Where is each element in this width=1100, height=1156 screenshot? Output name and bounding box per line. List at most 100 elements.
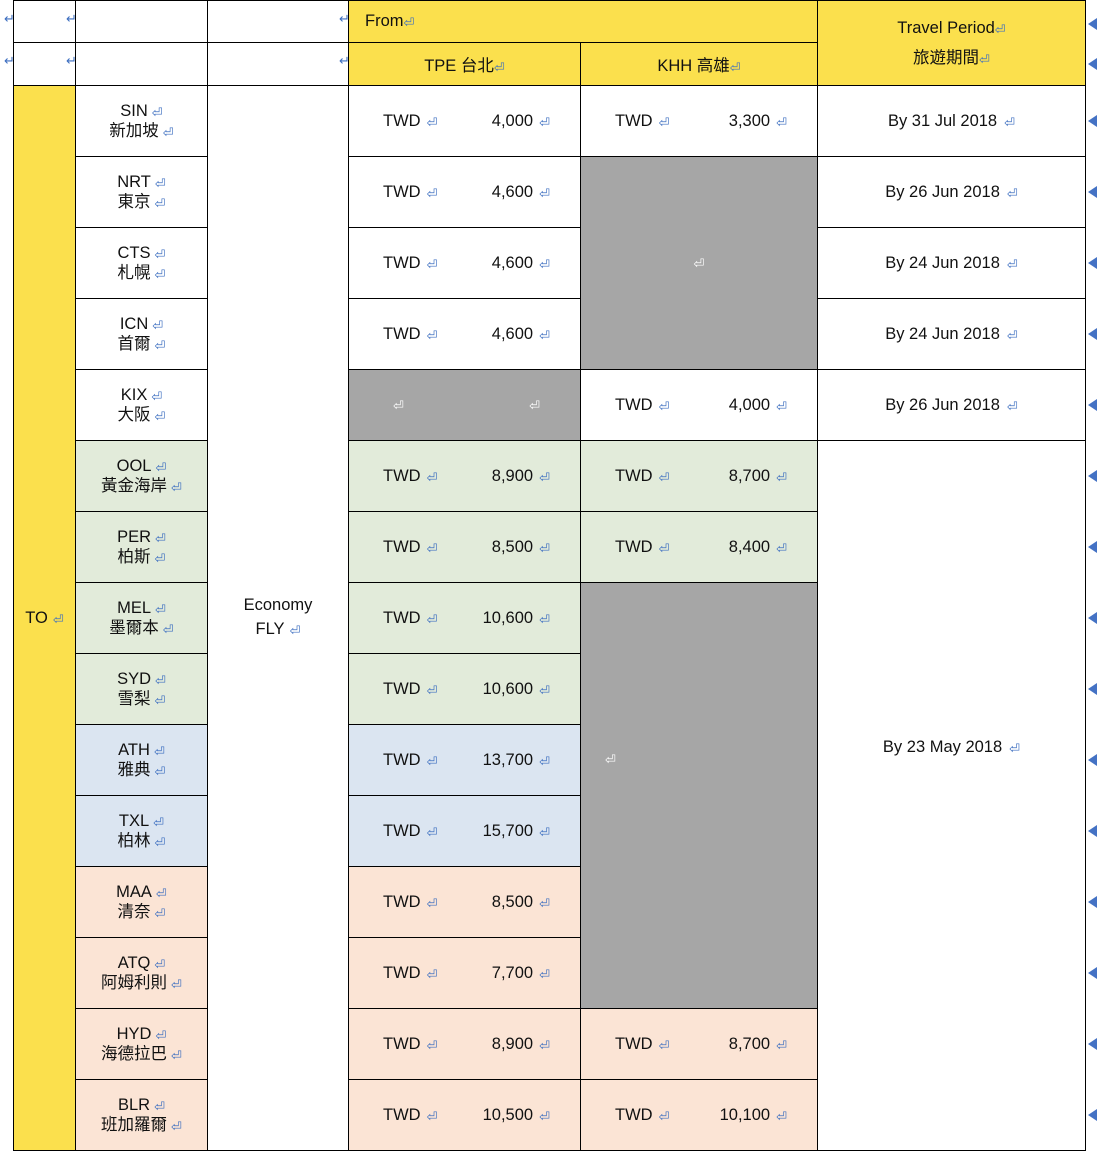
fare-cell[interactable]: TWD ⏎ 4,000 ⏎ [580, 369, 818, 441]
paragraph-mark-icon: ⏎ [403, 16, 415, 31]
fare-currency: TWD ⏎ [383, 892, 438, 912]
fare-currency: TWD ⏎ [383, 537, 438, 557]
fare-cell[interactable]: TWD ⏎ 4,600 ⏎ [348, 298, 581, 370]
destination-cell[interactable]: OOL ⏎ 黃金海岸 ⏎ [75, 440, 208, 512]
paragraph-mark-icon: ⏎ [154, 552, 166, 567]
destination-cell[interactable]: MEL ⏎ 墨爾本 ⏎ [75, 582, 208, 654]
fare-cell[interactable]: TWD ⏎ 15,700 ⏎ [348, 795, 581, 867]
destination-cell[interactable]: ATQ ⏎ 阿姆利則 ⏎ [75, 937, 208, 1009]
fare-cell[interactable]: TWD ⏎ 10,500 ⏎ [348, 1079, 581, 1151]
fare-table-body: From⏎ Travel Period⏎ 旅遊期間⏎ TPE 台北⏎ KHH 高雄⏎ TO… [13, 0, 1086, 1151]
fare-cell[interactable]: TWD ⏎ 7,700 ⏎ [348, 937, 581, 1009]
fare-amount: 4,600 ⏎ [491, 253, 550, 273]
fare-cell[interactable]: TWD ⏎ 4,600 ⏎ [348, 156, 581, 228]
destination-cell[interactable]: SYD ⏎ 雪梨 ⏎ [75, 653, 208, 725]
fare-cell[interactable]: TWD ⏎ 8,400 ⏎ [580, 511, 818, 583]
travel-period-value: By 23 May 2018 [882, 738, 1003, 756]
fare-cell[interactable]: TWD ⏎ 10,600 ⏎ [348, 582, 581, 654]
paragraph-mark-icon: ⏎ [776, 399, 787, 415]
paragraph-mark-icon: ⏎ [155, 531, 166, 547]
paragraph-mark-icon: ⏎ [151, 389, 163, 405]
paragraph-mark-icon: ⏎ [426, 967, 438, 983]
row-end-marker-icon [1088, 398, 1097, 411]
paragraph-mark-icon: ⏎ [426, 896, 438, 912]
fare-cell[interactable]: TWD ⏎ 4,000 ⏎ [348, 85, 581, 157]
paragraph-mark-icon: ⏎ [426, 257, 438, 273]
destination-cell[interactable]: HYD ⏎ 海德拉巴 ⏎ [75, 1008, 208, 1080]
destination-code: SYD ⏎ [117, 669, 166, 689]
paragraph-mark-icon: ⏎ [153, 744, 165, 760]
destination-name: 阿姆利則 ⏎ [101, 974, 182, 993]
paragraph-mark-icon: ⏎ [539, 683, 550, 699]
fare-cell[interactable]: TWD ⏎ 10,600 ⏎ [348, 653, 581, 725]
paragraph-mark-icon: ⏎ [154, 268, 166, 283]
destination-cell[interactable]: TXL ⏎ 柏林 ⏎ [75, 795, 208, 867]
cabin-class-cell: Economy FLY ⏎ [207, 85, 349, 1151]
paragraph-mark-icon: ⏎ [658, 1038, 670, 1054]
fare-amount: 8,500 ⏎ [491, 892, 550, 912]
paragraph-mark-icon: ⏎ [426, 612, 438, 628]
paragraph-mark-icon: ⏎ [154, 694, 166, 709]
destination-name: 墨爾本 ⏎ [109, 619, 174, 638]
fare-currency: TWD ⏎ [383, 111, 438, 131]
fare-cell-unavailable [580, 582, 818, 654]
paragraph-mark-icon: ⏎ [162, 126, 174, 141]
destination-code: ATQ ⏎ [117, 953, 166, 973]
table-row: KIX ⏎ 大阪 ⏎ ⏎ ⏎ TWD ⏎ 4,000 ⏎ By 26 Jun 2018 ⏎ [14, 369, 1086, 441]
fare-amount: 4,600 ⏎ [491, 324, 550, 344]
paragraph-mark-icon: ⏎ [426, 1109, 438, 1125]
row-end-marker-icon [1088, 611, 1097, 624]
fare-cell-unavailable [580, 653, 818, 725]
fare-cell[interactable]: TWD ⏎ 10,100 ⏎ [580, 1079, 818, 1151]
paragraph-mark-icon: ⏎ [426, 754, 438, 770]
fare-cell[interactable]: TWD ⏎ 8,500 ⏎ [348, 511, 581, 583]
fare-cell-unavailable [580, 795, 818, 867]
fare-amount: 15,700 ⏎ [482, 821, 550, 841]
origin-header-khh: KHH 高雄⏎ [580, 42, 818, 86]
row-end-marker-icon [1088, 58, 1097, 70]
destination-cell[interactable]: MAA ⏎ 清奈 ⏎ [75, 866, 208, 938]
paragraph-mark-icon: ⏎ [426, 328, 438, 344]
destination-code: NRT ⏎ [117, 172, 166, 192]
destination-cell[interactable]: BLR ⏎ 班加羅爾 ⏎ [75, 1079, 208, 1151]
paragraph-mark-icon: ⏎ [426, 470, 438, 486]
destination-name: 柏斯 ⏎ [117, 548, 166, 567]
destination-name: 柏林 ⏎ [117, 832, 166, 851]
destination-cell[interactable]: NRT ⏎ 東京 ⏎ [75, 156, 208, 228]
destination-code: MAA ⏎ [116, 882, 167, 902]
fare-currency: TWD ⏎ [615, 1105, 670, 1125]
destination-code: ATH ⏎ [118, 740, 165, 760]
fare-cell[interactable]: TWD ⏎ 3,300 ⏎ [580, 85, 818, 157]
fare-cell[interactable]: TWD ⏎ 8,900 ⏎ [348, 440, 581, 512]
paragraph-mark-icon: ⏎ [776, 1109, 787, 1125]
destination-name: 班加羅爾 ⏎ [101, 1116, 182, 1135]
destination-cell[interactable]: KIX ⏎ 大阪 ⏎ [75, 369, 208, 441]
destination-cell[interactable]: PER ⏎ 柏斯 ⏎ [75, 511, 208, 583]
fare-cell[interactable]: TWD ⏎ 13,700 ⏎ [348, 724, 581, 796]
fare-cell[interactable]: TWD ⏎ 8,700 ⏎ [580, 440, 818, 512]
destination-cell[interactable]: ICN ⏎ 首爾 ⏎ [75, 298, 208, 370]
fare-cell[interactable]: TWD ⏎ 8,700 ⏎ [580, 1008, 818, 1080]
travel-period-value: By 31 Jul 2018 [887, 111, 998, 130]
paragraph-mark-icon: ⏎ [605, 752, 616, 768]
paragraph-mark-icon: ⏎ [776, 541, 787, 557]
paragraph-mark-icon: ⏎ [289, 624, 301, 639]
fare-amount: 10,600 ⏎ [482, 679, 550, 699]
destination-cell[interactable]: ATH ⏎ 雅典 ⏎ [75, 724, 208, 796]
fare-cell[interactable]: TWD ⏎ 8,900 ⏎ [348, 1008, 581, 1080]
paragraph-mark-icon: ⏎ [539, 1109, 550, 1125]
paragraph-mark-icon: ⏎ [426, 115, 438, 131]
fare-amount: 4,000 ⏎ [491, 111, 550, 131]
header-spacer [75, 0, 208, 43]
header-spacer [207, 42, 349, 86]
paragraph-mark-icon: ⏎ [171, 1120, 182, 1135]
paragraph-mark-icon: ⏎ [1004, 115, 1016, 131]
destination-cell[interactable]: CTS ⏎ 札幌 ⏎ [75, 227, 208, 299]
paragraph-mark-icon: ⏎ [539, 257, 550, 273]
paragraph-mark-icon: ⏎ [153, 815, 165, 831]
fare-cell[interactable]: TWD ⏎ 8,500 ⏎ [348, 866, 581, 938]
fare-cell[interactable]: TWD ⏎ 4,600 ⏎ [348, 227, 581, 299]
destination-name: 首爾 ⏎ [117, 335, 166, 354]
paragraph-mark-icon: ⏎ [994, 22, 1006, 38]
destination-cell[interactable]: SIN ⏎ 新加坡 ⏎ [75, 85, 208, 157]
